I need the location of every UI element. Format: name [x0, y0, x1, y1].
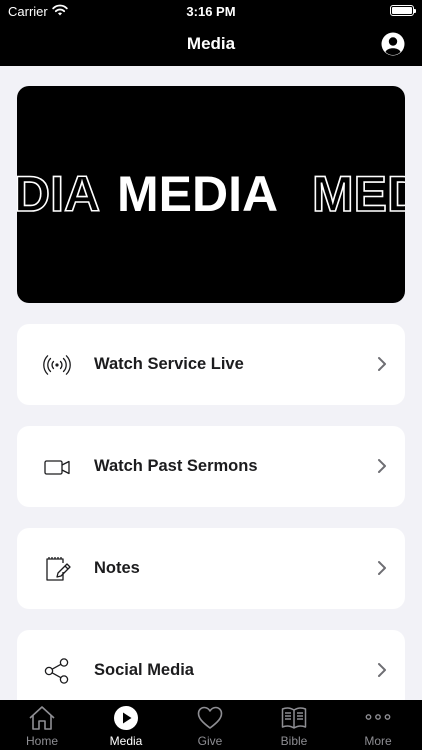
tab-home[interactable]: Home [0, 700, 84, 750]
heart-icon [196, 704, 224, 732]
tab-bible-label: Bible [280, 734, 308, 748]
banner-right-text: MED [312, 166, 405, 222]
chevron-right-icon [377, 662, 387, 678]
social-media-label: Social Media [94, 661, 194, 679]
broadcast-icon [43, 351, 71, 379]
home-icon [28, 704, 56, 732]
watch-service-live-row[interactable]: Watch Service Live [17, 324, 405, 405]
profile-icon[interactable] [381, 32, 405, 56]
notepad-icon [43, 555, 71, 583]
media-banner[interactable]: DIA MEDIA MED [17, 86, 405, 303]
watch-past-sermons-row[interactable]: Watch Past Sermons [17, 426, 405, 507]
status-bar: Carrier 3:16 PM [0, 0, 422, 22]
battery-icon [390, 5, 416, 16]
tab-home-label: Home [25, 734, 58, 748]
chevron-right-icon [377, 458, 387, 474]
status-time: 3:16 PM [186, 4, 236, 19]
navigation-bar: Media [0, 22, 422, 66]
banner-center-text: MEDIA [117, 166, 278, 222]
tab-more-label: More [364, 734, 392, 748]
social-media-row[interactable]: Social Media [17, 630, 405, 711]
notes-label: Notes [94, 559, 140, 577]
tab-media-label: Media [109, 734, 143, 748]
tab-give[interactable]: Give [168, 700, 252, 750]
banner-left-text: DIA [17, 166, 100, 222]
book-icon [280, 704, 308, 732]
watch-past-sermons-label: Watch Past Sermons [94, 457, 258, 475]
watch-service-live-label: Watch Service Live [94, 355, 244, 373]
tab-more[interactable]: More [336, 700, 420, 750]
tab-bar: Home Media Give Bible More [0, 700, 422, 750]
video-camera-icon [43, 453, 71, 481]
play-icon [112, 704, 140, 732]
more-icon [364, 704, 392, 732]
notes-row[interactable]: Notes [17, 528, 405, 609]
tab-give-label: Give [197, 734, 223, 748]
chevron-right-icon [377, 560, 387, 576]
tab-bible[interactable]: Bible [252, 700, 336, 750]
share-icon [43, 657, 71, 685]
tab-media[interactable]: Media [84, 700, 168, 750]
chevron-right-icon [377, 356, 387, 372]
page-title: Media [186, 34, 236, 53]
